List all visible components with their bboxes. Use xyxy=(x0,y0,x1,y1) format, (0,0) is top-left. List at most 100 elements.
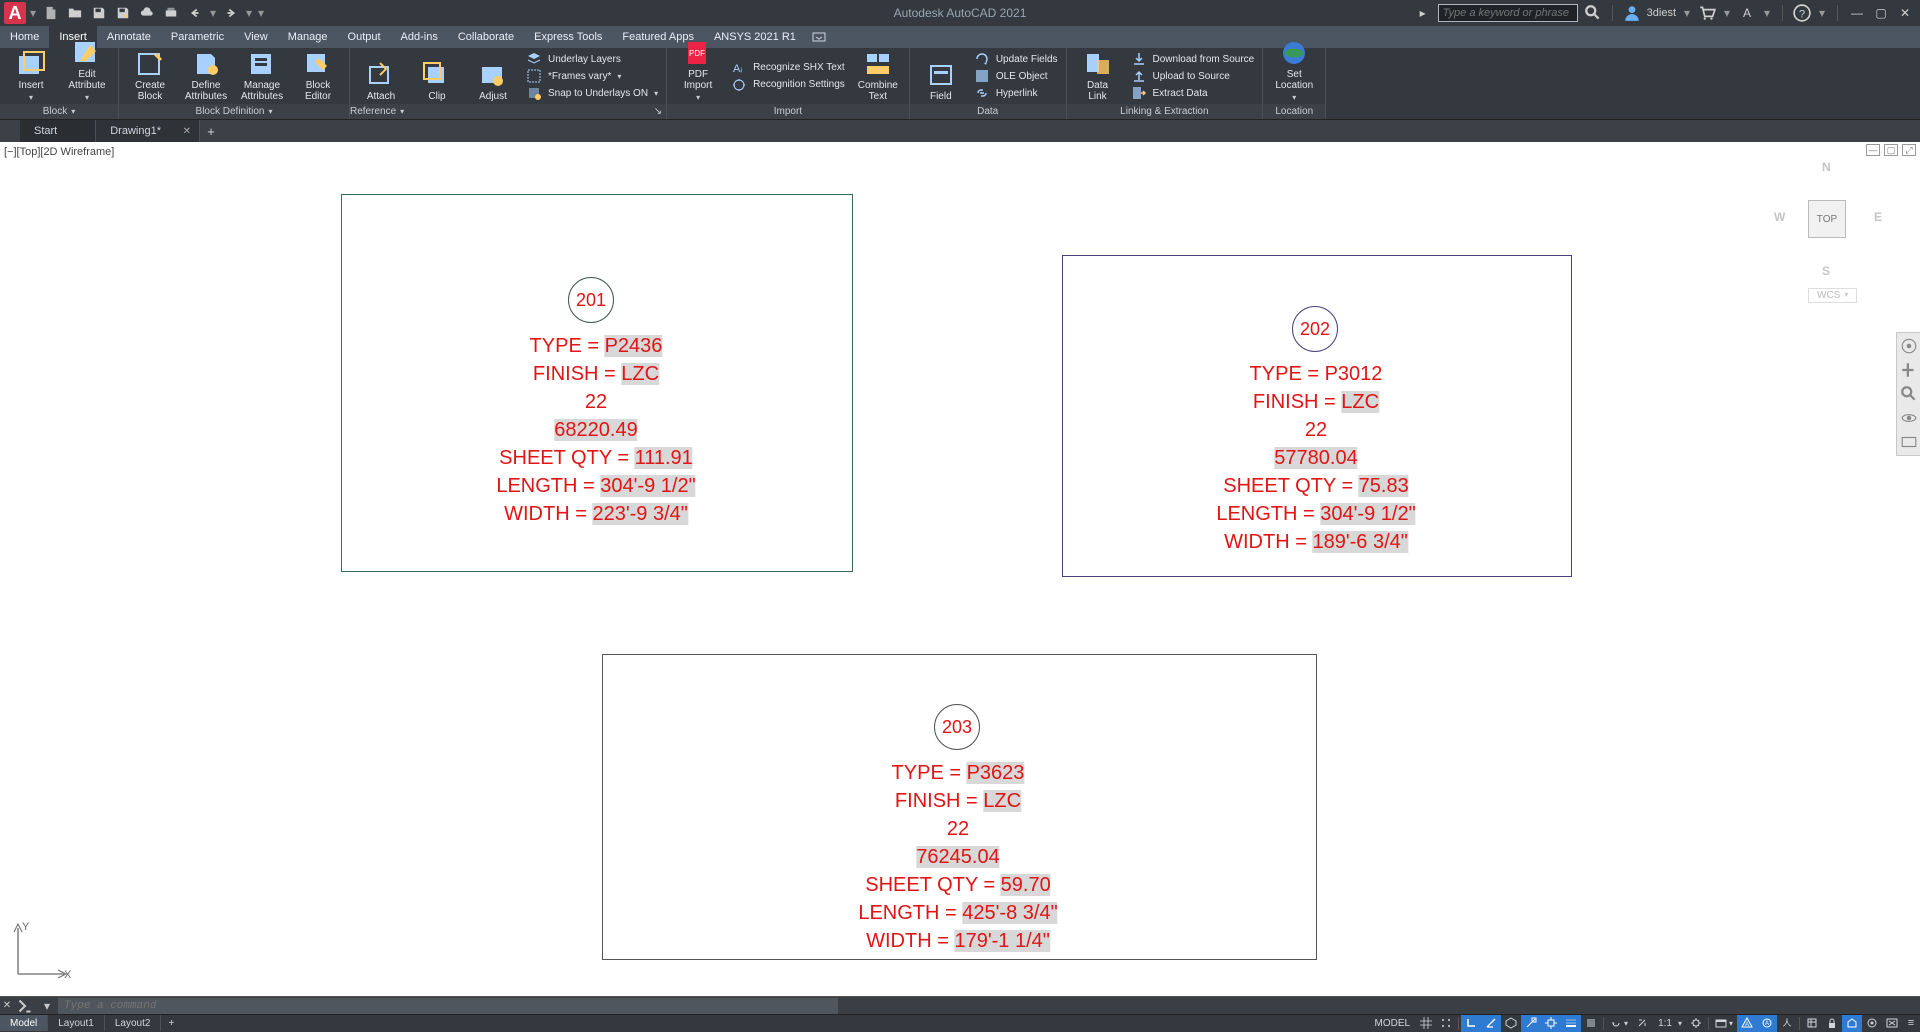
plot-icon[interactable] xyxy=(160,2,182,24)
tab-parametric[interactable]: Parametric xyxy=(161,26,234,48)
data-link-button[interactable]: Data Link xyxy=(1071,50,1125,102)
window-minimize-icon[interactable]: — xyxy=(1848,4,1866,22)
combine-text-button[interactable]: Combine Text xyxy=(851,50,905,102)
command-input[interactable] xyxy=(58,998,838,1014)
viewcube[interactable]: N S W E TOP WCS▾ xyxy=(1774,160,1894,310)
units-toggle[interactable]: 人 xyxy=(1777,1015,1797,1032)
create-block-button[interactable]: Create Block xyxy=(123,50,177,102)
app-store-dropdown-icon[interactable]: ▾ xyxy=(1762,6,1772,20)
panel-label[interactable]: Data xyxy=(910,104,1066,119)
tab-view[interactable]: View xyxy=(234,26,278,48)
customize-status-icon[interactable]: ≡ xyxy=(1902,1015,1920,1032)
cloud-icon[interactable] xyxy=(136,2,158,24)
nav-zoom-icon[interactable] xyxy=(1900,385,1918,403)
tab-output[interactable]: Output xyxy=(338,26,391,48)
adjust-button[interactable]: Adjust xyxy=(466,50,520,102)
transparency-toggle[interactable] xyxy=(1581,1015,1601,1032)
file-tab-drawing1[interactable]: Drawing1*✕ xyxy=(96,120,200,142)
window-close-icon[interactable]: ✕ xyxy=(1896,4,1914,22)
ortho-toggle[interactable] xyxy=(1461,1015,1481,1032)
close-tab-icon[interactable]: ✕ xyxy=(183,126,191,137)
ucs-icon[interactable]: Y X xyxy=(8,918,74,984)
otrack-toggle[interactable] xyxy=(1541,1015,1561,1032)
panel-label[interactable]: Import xyxy=(667,104,909,119)
edit-attribute-button[interactable]: Edit Attribute▾ xyxy=(60,50,114,102)
viewport-controls[interactable]: [−][Top][2D Wireframe] xyxy=(4,146,114,158)
app-store-icon[interactable]: A xyxy=(1738,4,1756,22)
update-fields-button[interactable]: Update Fields xyxy=(970,51,1062,68)
block-203-tag[interactable]: 203 xyxy=(934,704,980,750)
undo-icon[interactable] xyxy=(184,2,206,24)
osnap-toggle[interactable] xyxy=(1521,1015,1541,1032)
set-location-button[interactable]: Set Location▾ xyxy=(1267,50,1321,102)
isolate-toggle[interactable] xyxy=(1862,1015,1882,1032)
undo-dropdown-icon[interactable]: ▾ xyxy=(208,6,218,20)
cleanscreen-toggle[interactable] xyxy=(1882,1015,1902,1032)
quickproperties-toggle[interactable] xyxy=(1802,1015,1822,1032)
recognize-shx-button[interactable]: AᵢRecognize SHX Text xyxy=(727,59,849,76)
user-icon[interactable] xyxy=(1623,4,1641,22)
panel-label[interactable]: Location xyxy=(1263,104,1325,119)
drawing-minimize-icon[interactable]: — xyxy=(1866,144,1880,156)
hardware-accel-toggle[interactable] xyxy=(1842,1015,1862,1032)
infocenter-search-input[interactable] xyxy=(1438,4,1578,22)
user-name[interactable]: 3diest xyxy=(1647,7,1676,19)
panel-label[interactable]: Block Definition ▾ xyxy=(119,104,349,119)
nav-showmotion-icon[interactable] xyxy=(1900,433,1918,451)
tab-home[interactable]: Home xyxy=(0,26,49,48)
command-close-icon[interactable]: ✕ xyxy=(0,1000,14,1011)
add-file-tab-button[interactable]: + xyxy=(200,120,222,142)
tab-annotate[interactable]: Annotate xyxy=(97,26,161,48)
manage-attributes-button[interactable]: Manage Attributes xyxy=(235,50,289,102)
redo-icon[interactable] xyxy=(220,2,242,24)
viewcube-east[interactable]: E xyxy=(1874,210,1882,224)
redo-dropdown-icon[interactable]: ▾ xyxy=(244,6,254,20)
isodraft-toggle[interactable] xyxy=(1501,1015,1521,1032)
hyperlink-button[interactable]: Hyperlink xyxy=(970,85,1062,102)
nav-orbit-icon[interactable] xyxy=(1900,409,1918,427)
ribbon-overflow-icon[interactable] xyxy=(806,26,832,48)
cart-dropdown-icon[interactable]: ▾ xyxy=(1722,6,1732,20)
block-202-attributes[interactable]: TYPE = P3012 FINISH = LZC 22 57780.04 SH… xyxy=(1216,360,1415,556)
nav-wheel-icon[interactable] xyxy=(1900,337,1918,355)
drawing-canvas[interactable]: [−][Top][2D Wireframe] — ▢ ⤢ N S W E TOP… xyxy=(0,142,1920,998)
lineweight-toggle[interactable] xyxy=(1561,1015,1581,1032)
tab-collaborate[interactable]: Collaborate xyxy=(448,26,524,48)
scale-dropdown-icon[interactable]: ▾ xyxy=(1678,1019,1686,1028)
saveas-icon[interactable] xyxy=(112,2,134,24)
save-icon[interactable] xyxy=(88,2,110,24)
annovisibility-toggle[interactable]: A xyxy=(1757,1015,1777,1032)
insert-button[interactable]: Insert▾ xyxy=(4,50,58,102)
underlay-layers-button[interactable]: Underlay Layers xyxy=(522,51,662,68)
infocenter-arrow-icon[interactable]: ▸ xyxy=(1414,4,1432,22)
snap-toggle[interactable] xyxy=(1436,1015,1456,1032)
layout-tab-layout1[interactable]: Layout1 xyxy=(48,1015,105,1031)
extract-data-button[interactable]: Extract Data xyxy=(1127,85,1259,102)
layout-tab-layout2[interactable]: Layout2 xyxy=(105,1015,162,1031)
tab-manage[interactable]: Manage xyxy=(278,26,338,48)
block-201-tag[interactable]: 201 xyxy=(568,277,614,323)
frames-button[interactable]: *Frames vary* ▾ xyxy=(522,68,662,85)
block-203-attributes[interactable]: TYPE = P3623 FINISH = LZC 22 76245.04 SH… xyxy=(858,759,1057,955)
command-handle-icon[interactable] xyxy=(14,998,36,1014)
field-button[interactable]: Field xyxy=(914,50,968,102)
polar-toggle[interactable] xyxy=(1481,1015,1501,1032)
viewcube-south[interactable]: S xyxy=(1822,264,1830,278)
define-attributes-button[interactable]: Define Attributes xyxy=(179,50,233,102)
gear-icon[interactable] xyxy=(1686,1015,1706,1032)
status-model-label[interactable]: MODEL xyxy=(1368,1018,1416,1029)
help-dropdown-icon[interactable]: ▾ xyxy=(1817,6,1827,20)
annomonitor-toggle[interactable]: A xyxy=(1737,1015,1757,1032)
panel-label[interactable]: Reference ▾ ↘ xyxy=(350,104,666,119)
viewcube-west[interactable]: W xyxy=(1774,210,1785,224)
clip-button[interactable]: Clip xyxy=(410,50,464,102)
app-menu-dropdown-icon[interactable]: ▾ xyxy=(28,6,38,20)
cart-icon[interactable] xyxy=(1698,4,1716,22)
pdf-import-button[interactable]: PDFPDF Import▾ xyxy=(671,50,725,102)
tab-ansys[interactable]: ANSYS 2021 R1 xyxy=(704,26,806,48)
download-source-button[interactable]: Download from Source xyxy=(1127,51,1259,68)
tab-addins[interactable]: Add-ins xyxy=(391,26,448,48)
panel-label[interactable]: Linking & Extraction xyxy=(1067,104,1263,119)
cycling-toggle[interactable]: ▾ xyxy=(1606,1015,1632,1032)
block-201-attributes[interactable]: TYPE = P2436 FINISH = LZC 22 68220.49 SH… xyxy=(496,332,695,528)
